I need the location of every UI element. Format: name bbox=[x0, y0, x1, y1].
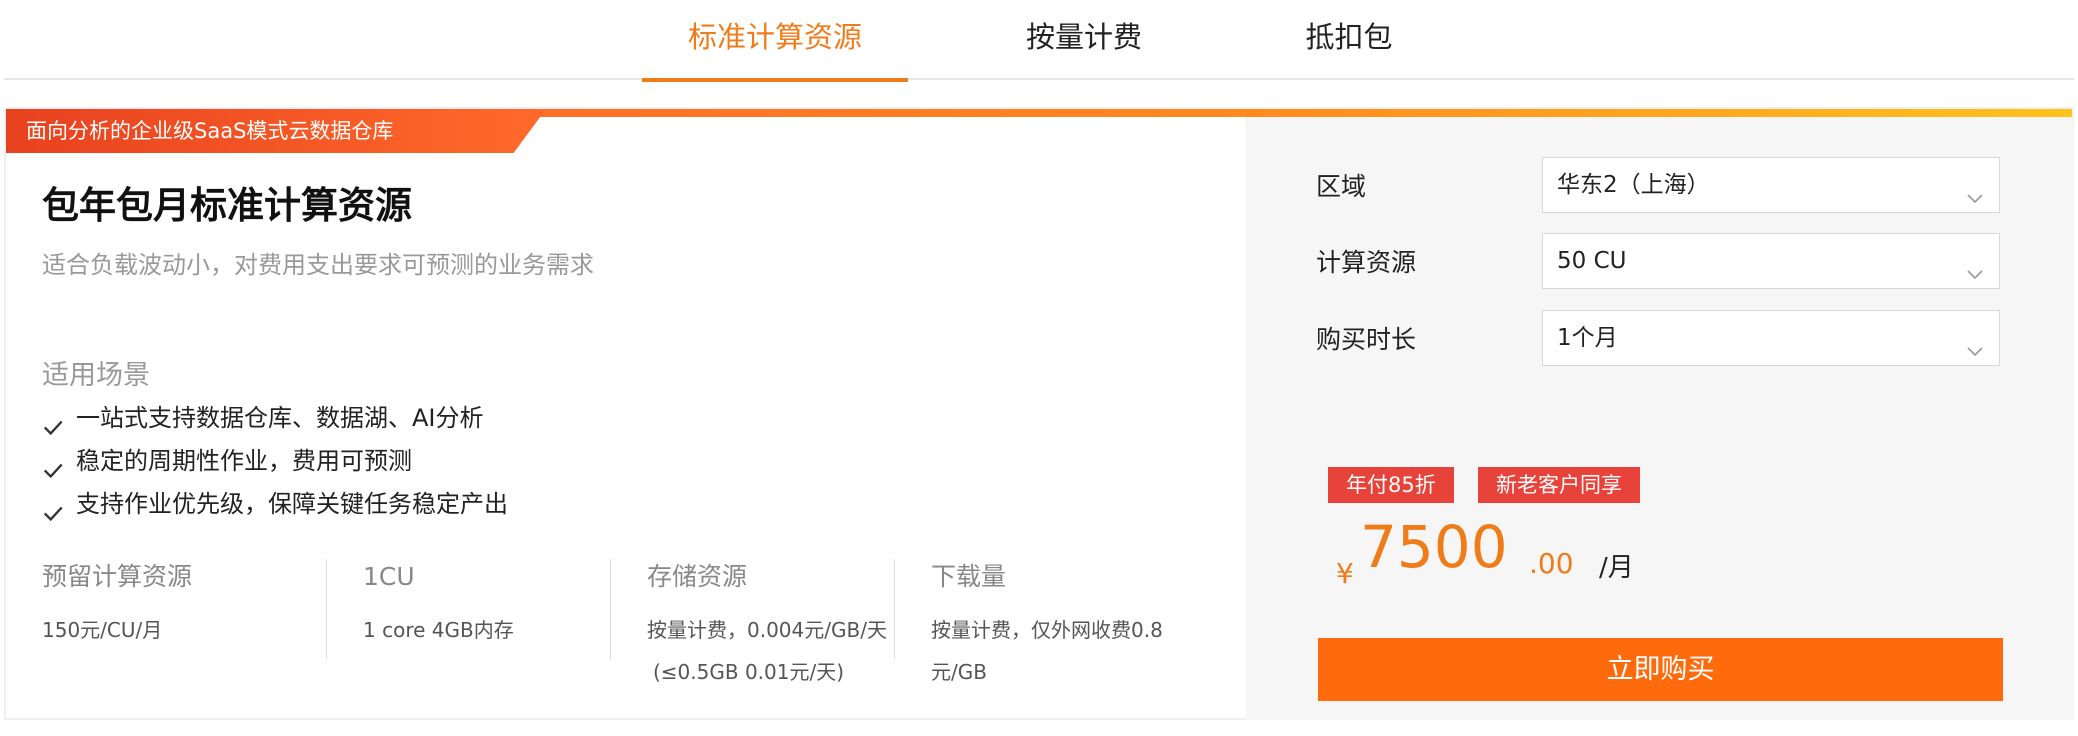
spec-download: 下载量 按量计费，仅外网收费0.8 元/GB bbox=[894, 559, 1178, 684]
check-icon bbox=[42, 495, 63, 521]
price-decimal: .00 bbox=[1529, 547, 1574, 580]
scenario-text: 稳定的周期性作业，费用可预测 bbox=[76, 447, 412, 475]
spec-value: 按量计费，0.004元/GB/天 bbox=[647, 618, 887, 642]
spec-title: 预留计算资源 bbox=[42, 562, 193, 591]
scenario-text: 支持作业优先级，保障关键任务稳定产出 bbox=[76, 490, 508, 518]
tab-standard-compute[interactable]: 标准计算资源 bbox=[642, 0, 908, 82]
chevron-down-icon bbox=[1965, 250, 1985, 280]
chevron-down-icon bbox=[1965, 327, 1985, 357]
spec-value-line2: 元/GB bbox=[931, 660, 987, 684]
list-item: 支持作业优先级，保障关键任务稳定产出 bbox=[42, 483, 508, 526]
scenarios-title: 适用场景 bbox=[42, 360, 150, 391]
tab-deduction-package[interactable]: 抵扣包 bbox=[1254, 0, 1444, 80]
duration-value: 1个月 bbox=[1557, 325, 1618, 351]
product-info: 包年包月标准计算资源 适合负载波动小，对费用支出要求可预测的业务需求 适用场景 … bbox=[6, 109, 1246, 718]
price-unit: /月 bbox=[1599, 553, 1634, 583]
chevron-down-icon bbox=[1965, 174, 1985, 204]
spec-title: 1CU bbox=[363, 562, 415, 591]
duration-select[interactable]: 1个月 bbox=[1542, 310, 2000, 366]
spec-value: 150元/CU/月 bbox=[42, 618, 163, 642]
price-currency: ¥ bbox=[1336, 557, 1354, 590]
buy-now-button[interactable]: 立即购买 bbox=[1318, 638, 2003, 701]
spec-reserved-compute: 预留计算资源 150元/CU/月 bbox=[42, 559, 326, 659]
region-label: 区域 bbox=[1316, 172, 1367, 201]
compute-value: 50 CU bbox=[1557, 248, 1627, 274]
duration-label: 购买时长 bbox=[1316, 325, 1417, 354]
spec-value-line2: (≤0.5GB 0.01元/天) bbox=[653, 660, 845, 684]
spec-title: 下载量 bbox=[931, 562, 1007, 591]
list-item: 稳定的周期性作业，费用可预测 bbox=[42, 440, 508, 483]
spec-cu: 1CU 1 core 4GB内存 bbox=[326, 559, 610, 659]
customer-badge: 新老客户同享 bbox=[1478, 467, 1640, 503]
pricing-tabs: 标准计算资源 按量计费 抵扣包 bbox=[4, 0, 2074, 82]
price-integer: 7500 bbox=[1360, 513, 1508, 581]
tab-pay-as-you-go[interactable]: 按量计费 bbox=[974, 0, 1194, 80]
check-icon bbox=[42, 452, 63, 478]
compute-label: 计算资源 bbox=[1316, 248, 1417, 277]
spec-value: 按量计费，仅外网收费0.8 bbox=[931, 618, 1163, 642]
region-select[interactable]: 华东2（上海） bbox=[1542, 157, 2000, 213]
discount-badge: 年付85折 bbox=[1328, 467, 1454, 503]
spec-title: 存储资源 bbox=[647, 562, 748, 591]
spec-value: 1 core 4GB内存 bbox=[363, 618, 514, 642]
list-item: 一站式支持数据仓库、数据湖、AI分析 bbox=[42, 397, 508, 440]
spec-storage: 存储资源 按量计费，0.004元/GB/天 (≤0.5GB 0.01元/天) bbox=[610, 559, 894, 684]
compute-select[interactable]: 50 CU bbox=[1542, 233, 2000, 289]
product-title: 包年包月标准计算资源 bbox=[42, 184, 412, 227]
spec-row: 预留计算资源 150元/CU/月 1CU 1 core 4GB内存 存储资源 按… bbox=[42, 559, 1178, 684]
pricing-card: 面向分析的企业级SaaS模式云数据仓库 包年包月标准计算资源 适合负载波动小，对… bbox=[4, 107, 2074, 720]
scenario-text: 一站式支持数据仓库、数据湖、AI分析 bbox=[76, 404, 484, 432]
region-value: 华东2（上海） bbox=[1557, 172, 1710, 198]
purchase-panel: 区域 华东2（上海） 计算资源 50 CU 购买时长 1个月 年付85折 新老客… bbox=[1246, 117, 2074, 720]
product-description: 适合负载波动小，对费用支出要求可预测的业务需求 bbox=[42, 251, 594, 279]
scenario-list: 一站式支持数据仓库、数据湖、AI分析 稳定的周期性作业，费用可预测 支持作业优先… bbox=[42, 397, 508, 526]
check-icon bbox=[42, 409, 63, 435]
